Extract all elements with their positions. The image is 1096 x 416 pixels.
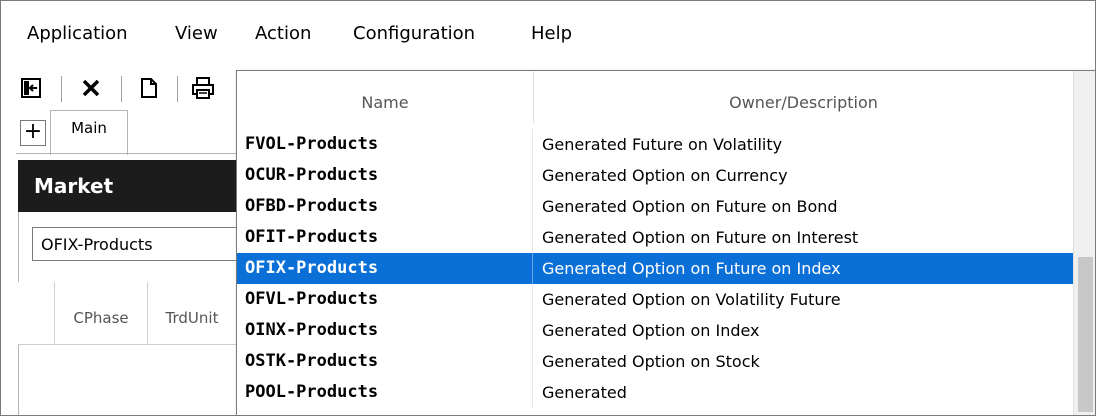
list-item[interactable]: OINX-Products Generated Option on Index <box>237 315 1073 346</box>
product-description: Generated Future on Volatility <box>542 135 783 154</box>
list-item[interactable]: OFBD-Products Generated Option on Future … <box>237 191 1073 222</box>
list-item[interactable]: OFIX-Products Generated Option on Future … <box>237 253 1073 284</box>
menu-application[interactable]: Application <box>27 21 128 47</box>
list-item[interactable]: FVOL-Products Generated Future on Volatil… <box>237 129 1073 160</box>
menu-help[interactable]: Help <box>531 21 572 47</box>
print-icon[interactable] <box>187 72 219 104</box>
list-item[interactable]: OFIT-Products Generated Option on Future … <box>237 222 1073 253</box>
product-description: Generated Option on Currency <box>542 166 788 185</box>
product-name: OFVL-Products <box>237 284 533 315</box>
add-tab-button[interactable]: + <box>20 120 46 146</box>
product-description: Generated Option on Future on Bond <box>542 197 838 216</box>
product-name: OSTK-Products <box>237 346 533 377</box>
list-item[interactable]: OCUR-Products Generated Option on Currenc… <box>237 160 1073 191</box>
menu-view[interactable]: View <box>175 21 218 47</box>
exit-icon[interactable] <box>15 72 47 104</box>
scrollbar-thumb[interactable] <box>1078 257 1093 412</box>
column-header[interactable] <box>18 282 55 344</box>
market-select-input[interactable]: OFIX-Products <box>32 227 262 261</box>
column-header-trdunit[interactable]: TrdUnit <box>148 282 237 344</box>
list-item[interactable]: POOL-Products Generated <box>237 377 1073 408</box>
list-item[interactable]: OSTK-Products Generated Option on Stock <box>237 346 1073 377</box>
column-header-divider <box>18 344 258 345</box>
product-name: OFIT-Products <box>237 222 533 253</box>
new-document-icon[interactable] <box>133 72 165 104</box>
dropdown-header: Name Owner/Description <box>237 71 1073 123</box>
product-name: POOL-Products <box>237 377 533 408</box>
product-description: Generated Option on Index <box>542 321 760 340</box>
product-description: Generated Option on Volatility Future <box>542 290 841 309</box>
product-name: OINX-Products <box>237 315 533 346</box>
product-description: Generated Option on Stock <box>542 352 760 371</box>
product-description: Generated <box>542 383 627 402</box>
product-dropdown-list: Name Owner/Description FVOL-Products Gene… <box>236 70 1096 416</box>
column-header-cphase[interactable]: CPhase <box>55 282 148 344</box>
product-name: OCUR-Products <box>237 160 533 191</box>
dropdown-rows: FVOL-Products Generated Future on Volatil… <box>237 129 1073 408</box>
product-description: Generated Option on Future on Index <box>542 259 841 278</box>
tab-main[interactable]: Main <box>50 110 128 155</box>
column-header-owner-description[interactable]: Owner/Description <box>534 71 1073 123</box>
vertical-scrollbar[interactable] <box>1073 71 1095 415</box>
toolbar <box>1 66 251 110</box>
tab-divider <box>16 153 256 154</box>
market-panel-title: Market <box>18 160 258 212</box>
column-header-name[interactable]: Name <box>237 71 534 123</box>
menu-action[interactable]: Action <box>255 21 311 47</box>
product-name: OFBD-Products <box>237 191 533 222</box>
product-name: OFIX-Products <box>237 253 533 284</box>
product-description: Generated Option on Future on Interest <box>542 228 859 247</box>
close-icon[interactable] <box>75 72 107 104</box>
toolbar-separator <box>61 76 62 102</box>
toolbar-separator <box>177 76 178 102</box>
product-name: FVOL-Products <box>237 129 533 160</box>
menu-configuration[interactable]: Configuration <box>353 21 475 47</box>
menu-bar: Application View Action Configuration He… <box>1 1 1095 65</box>
toolbar-separator <box>121 76 122 102</box>
list-item[interactable]: OFVL-Products Generated Option on Volatil… <box>237 284 1073 315</box>
